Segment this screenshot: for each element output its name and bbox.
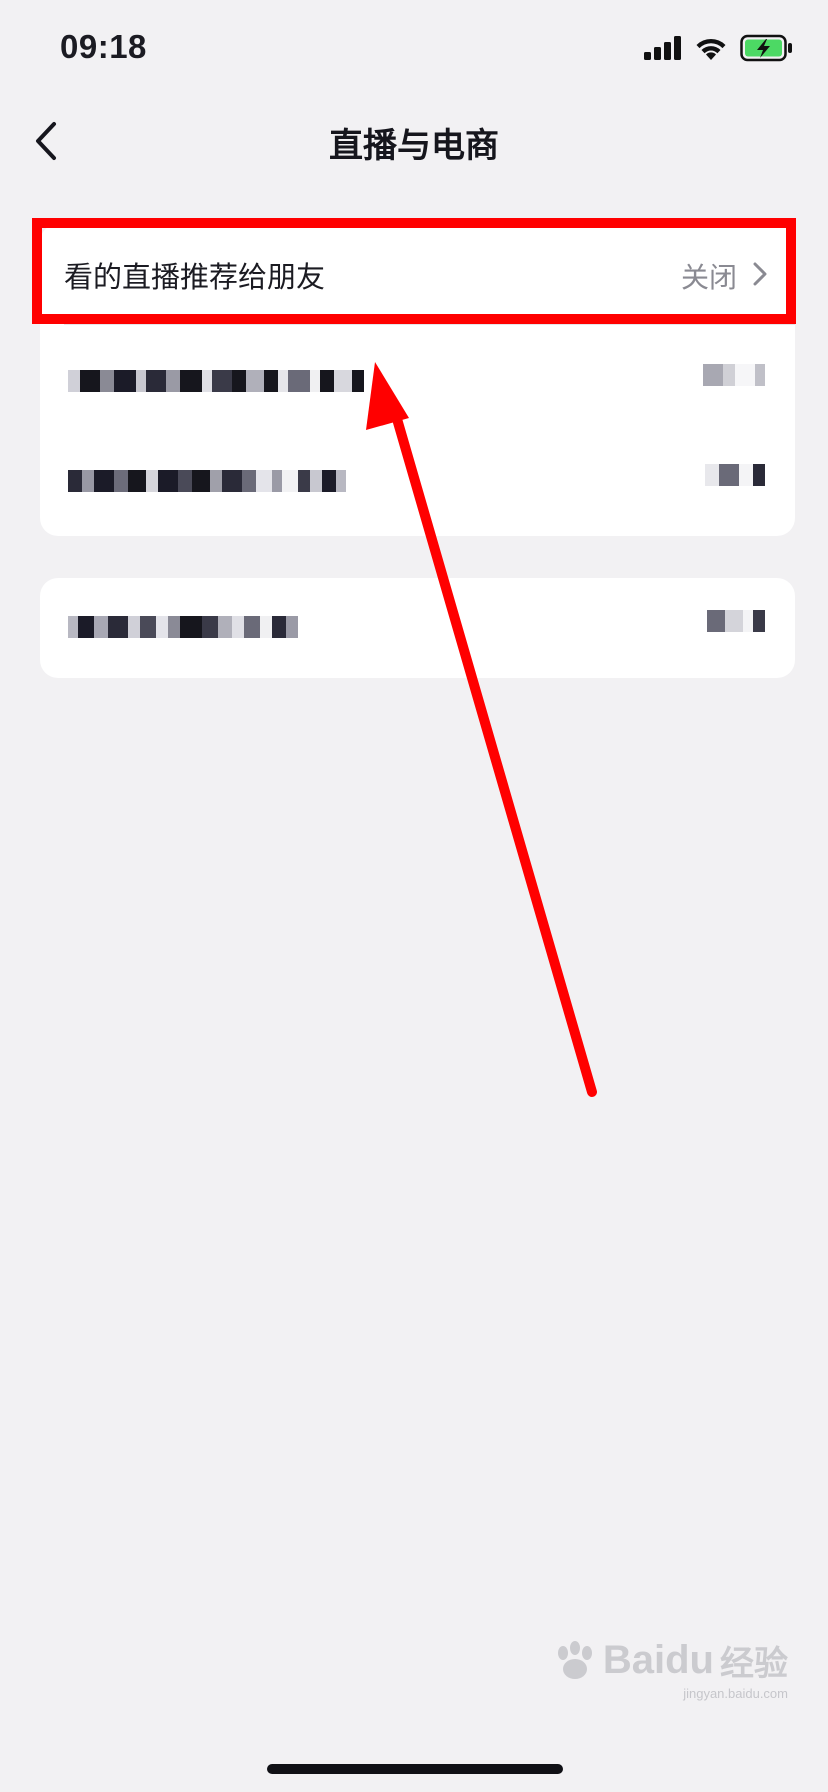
home-indicator[interactable] xyxy=(267,1764,563,1774)
redacted-label xyxy=(68,364,795,398)
page-title: 直播与电商 xyxy=(329,126,499,166)
redacted-setting-row[interactable] xyxy=(40,424,795,524)
status-bar: 09:18 xyxy=(0,0,828,100)
nav-bar: 直播与电商 xyxy=(0,100,828,182)
redacted-label xyxy=(68,464,795,498)
redacted-value xyxy=(707,610,765,632)
cellular-signal-icon xyxy=(644,36,681,60)
watermark-sub: 经验 xyxy=(720,1644,788,1684)
watermark-brand: Baidu xyxy=(602,1638,714,1682)
redacted-label xyxy=(68,610,795,644)
status-icons xyxy=(644,34,794,62)
baidu-watermark: Baidu 经验 xyxy=(553,1636,788,1685)
watermark-url: jingyan.baidu.com xyxy=(683,1686,788,1701)
paw-icon xyxy=(557,1640,592,1679)
wifi-icon xyxy=(696,38,726,60)
redacted-value xyxy=(705,464,765,486)
status-time: 09:18 xyxy=(60,28,147,65)
redacted-value xyxy=(703,364,765,386)
highlight-box xyxy=(32,218,796,324)
redacted-setting-row[interactable] xyxy=(40,578,795,678)
redacted-setting-row[interactable] xyxy=(40,324,795,424)
battery-charging-icon xyxy=(740,34,792,62)
settings-group-2 xyxy=(40,578,795,678)
